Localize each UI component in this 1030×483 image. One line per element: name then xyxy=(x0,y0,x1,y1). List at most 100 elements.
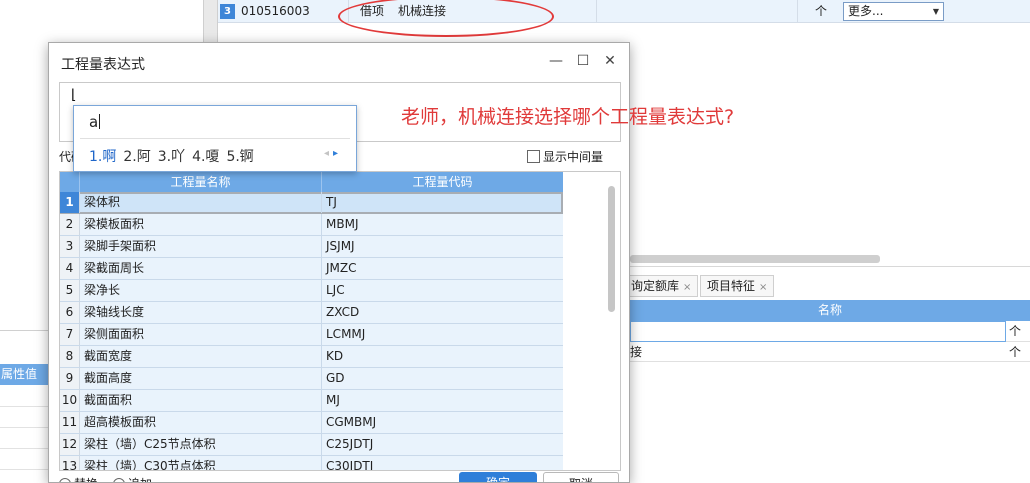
text-cursor: ⌊ xyxy=(69,87,78,103)
table-row[interactable]: 10 截面面积 MJ xyxy=(60,390,563,412)
close-button[interactable]: ✕ xyxy=(599,50,621,72)
unit-cell: 个 xyxy=(1006,342,1030,362)
ime-candidate-popup: a 1.啊 2.阿 3.吖 4.嗄 5.锕 ◂ ▸ xyxy=(73,105,357,172)
show-intermediate-checkbox[interactable]: 显示中间量 xyxy=(527,148,603,164)
table-row[interactable]: 8 截面宽度 KD xyxy=(60,346,563,368)
divider xyxy=(0,448,50,449)
quantity-name-cell[interactable]: 截面面积 xyxy=(80,390,322,411)
quantity-name-cell[interactable]: 梁净长 xyxy=(80,280,322,301)
column-header-name: 名称 xyxy=(630,300,1030,321)
radio-replace[interactable]: 替换 xyxy=(59,475,98,482)
radio-append[interactable]: 追加 xyxy=(113,475,152,482)
quantity-name-cell[interactable]: 超高模板面积 xyxy=(80,412,322,433)
table-row[interactable]: 1 梁体积 TJ xyxy=(60,192,563,214)
bottom-tabs: 询定额库 × 项目特征 × xyxy=(624,275,1030,297)
table-row[interactable]: 2 梁模板面积 MBMJ xyxy=(60,214,563,236)
quantity-code-cell[interactable]: C25JDTJ xyxy=(322,434,563,455)
annotation-ellipse xyxy=(338,0,554,37)
header-corner xyxy=(60,172,80,192)
quantity-name-cell[interactable]: 梁截面周长 xyxy=(80,258,322,279)
table-row[interactable]: 12 梁柱（墙）C25节点体积 C25JDTJ xyxy=(60,434,563,456)
table-row[interactable]: 9 截面高度 GD xyxy=(60,368,563,390)
tab-item-features[interactable]: 项目特征 × xyxy=(700,275,775,297)
divider xyxy=(0,427,50,428)
ime-candidate[interactable]: 4.嗄 xyxy=(192,149,219,165)
more-select[interactable]: 更多... ▼ xyxy=(843,2,944,21)
quantity-code-cell[interactable]: KD xyxy=(322,346,563,367)
quantity-grid: 工程量名称 工程量代码 1 梁体积 TJ 2 梁模板面积 MBMJ 3 梁脚手架面积 JSJMJ… xyxy=(59,171,621,471)
quantity-code-cell[interactable]: LJC xyxy=(322,280,563,301)
quantity-name-cell[interactable]: 梁侧面面积 xyxy=(80,324,322,345)
row-number: 2 xyxy=(60,214,80,235)
checkbox-icon xyxy=(527,150,540,163)
row-number: 5 xyxy=(60,280,80,301)
next-page-icon[interactable]: ▸ xyxy=(333,148,338,159)
quantity-name-cell[interactable]: 截面高度 xyxy=(80,368,322,389)
grid-body: 1 梁体积 TJ 2 梁模板面积 MBMJ 3 梁脚手架面积 JSJMJ 4 梁截面周长 JMZC 5 梁… xyxy=(60,192,563,470)
row-number: 3 xyxy=(60,236,80,257)
row-number: 4 xyxy=(60,258,80,279)
vertical-scrollbar[interactable] xyxy=(608,186,615,312)
table-row[interactable]: 6 梁轴线长度 ZXCD xyxy=(60,302,563,324)
table-row[interactable]: 13 梁柱（墙）C30节点体积 C30JDTJ xyxy=(60,456,563,470)
column-header-attribute-value: 属性值 xyxy=(0,364,50,385)
table-row[interactable]: 4 梁截面周长 JMZC xyxy=(60,258,563,280)
table-row[interactable]: 7 梁侧面面积 LCMMJ xyxy=(60,324,563,346)
column-divider xyxy=(797,0,798,23)
quantity-name-cell[interactable]: 梁柱（墙）C25节点体积 xyxy=(80,434,322,455)
table-row[interactable]: 5 梁净长 LJC xyxy=(60,280,563,302)
radio-label: 追加 xyxy=(128,477,152,482)
tab-label: 项目特征 xyxy=(707,279,756,293)
ime-candidate[interactable]: 2.阿 xyxy=(123,149,150,165)
quantity-code-cell[interactable]: MBMJ xyxy=(322,214,563,235)
ime-candidate[interactable]: 3.吖 xyxy=(158,149,185,165)
quantity-code-cell[interactable]: LCMMJ xyxy=(322,324,563,345)
quantity-code-cell[interactable]: ZXCD xyxy=(322,302,563,323)
quantity-code-cell[interactable]: JMZC xyxy=(322,258,563,279)
ime-candidate[interactable]: 5.锕 xyxy=(226,149,253,165)
quantity-name-cell[interactable]: 梁脚手架面积 xyxy=(80,236,322,257)
column-divider xyxy=(596,0,597,23)
radio-selected-icon xyxy=(59,478,71,482)
quantity-code-cell[interactable]: MJ xyxy=(322,390,563,411)
table-row[interactable]: 3 梁脚手架面积 JSJMJ xyxy=(60,236,563,258)
ok-button[interactable]: 确定 xyxy=(459,472,537,482)
unit-cell: 个 xyxy=(1006,321,1030,342)
divider xyxy=(0,469,50,470)
ime-composition: a xyxy=(89,113,101,131)
quantity-name-cell[interactable]: 梁轴线长度 xyxy=(80,302,322,323)
previous-page-icon[interactable]: ◂ xyxy=(324,148,329,159)
more-select-value: 更多... xyxy=(848,4,884,18)
quantity-name-cell[interactable]: 梁模板面积 xyxy=(80,214,322,235)
cancel-button[interactable]: 取消 xyxy=(543,472,619,482)
item-code: 010516003 xyxy=(241,4,310,18)
row-number: 8 xyxy=(60,346,80,367)
row-number: 11 xyxy=(60,412,80,433)
divider xyxy=(80,138,350,139)
close-icon[interactable]: × xyxy=(759,282,767,293)
annotation-question: 老师，机械连接选择哪个工程量表达式? xyxy=(401,106,735,128)
horizontal-scrollbar[interactable] xyxy=(630,255,880,263)
divider xyxy=(630,266,1030,267)
column-header-quantity-name[interactable]: 工程量名称 xyxy=(80,172,322,192)
maximize-button[interactable]: ☐ xyxy=(572,50,594,72)
close-icon[interactable]: × xyxy=(683,282,691,293)
table-row[interactable]: 接 xyxy=(630,342,1006,362)
ime-candidate[interactable]: 1.啊 xyxy=(89,149,116,165)
quantity-name-cell[interactable]: 梁体积 xyxy=(80,192,322,213)
quantity-code-cell[interactable]: CGMBMJ xyxy=(322,412,563,433)
tab-quota-library[interactable]: 询定额库 × xyxy=(624,275,699,297)
ime-pager: ◂ ▸ xyxy=(324,148,338,159)
quantity-code-cell[interactable]: JSJMJ xyxy=(322,236,563,257)
minimize-button[interactable]: — xyxy=(545,50,567,72)
quantity-name-cell[interactable]: 梁柱（墙）C30节点体积 xyxy=(80,456,322,470)
quantity-code-cell[interactable]: TJ xyxy=(322,192,563,213)
quantity-code-cell[interactable]: GD xyxy=(322,368,563,389)
table-row[interactable]: 11 超高模板面积 CGMBMJ xyxy=(60,412,563,434)
table-row[interactable] xyxy=(630,321,1006,342)
dialog-title: 工程量表达式 xyxy=(61,57,145,73)
column-header-quantity-code[interactable]: 工程量代码 xyxy=(322,172,563,192)
quantity-name-cell[interactable]: 截面宽度 xyxy=(80,346,322,367)
quantity-code-cell[interactable]: C30JDTJ xyxy=(322,456,563,470)
row-number: 10 xyxy=(60,390,80,411)
